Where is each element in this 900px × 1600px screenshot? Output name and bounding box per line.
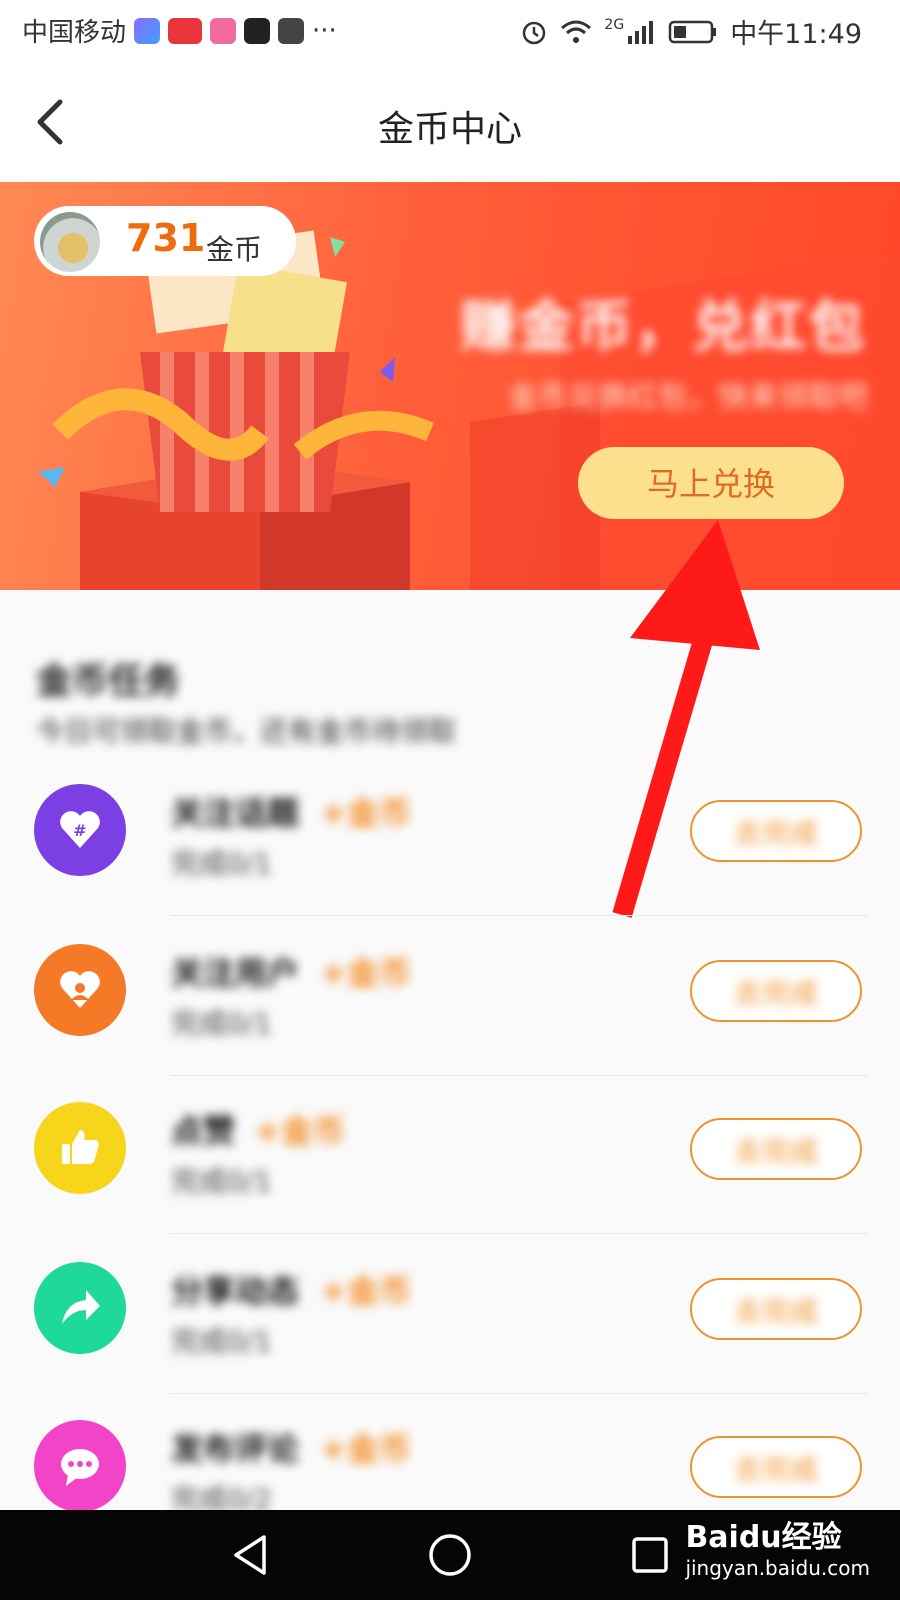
task-progress: 完成0/1 (171, 1007, 273, 1040)
task-progress: 完成0/1 (171, 1325, 273, 1358)
share-arrow-icon (34, 1262, 126, 1354)
wifi-icon (561, 20, 592, 43)
signal-icon (628, 20, 654, 44)
task-reward: +金币 (320, 1430, 411, 1468)
battery-icon (668, 20, 717, 43)
watermark-brand: Baidu经验 (685, 1520, 842, 1555)
nav-recents-icon[interactable] (630, 1535, 670, 1575)
task-reward: +金币 (320, 1272, 411, 1310)
overflow-indicator: ··· (312, 15, 337, 46)
section-description: 今日可领取金币，还有金币待领取 (36, 715, 457, 748)
task-row: 点赞 +金币 完成0/1 去完成 (0, 1074, 900, 1234)
task-go-button[interactable]: 去完成 (690, 800, 862, 862)
tiktok-icon (244, 17, 271, 44)
alarm-icon (523, 21, 546, 44)
section-title: 金币任务 (36, 661, 181, 702)
task-progress: 完成0/1 (171, 847, 273, 880)
task-row: 分享动态 +金币 完成0/1 去完成 (0, 1234, 900, 1394)
task-title: 发布评论 (171, 1430, 300, 1468)
redeem-now-button[interactable]: 马上兑换 (578, 447, 844, 519)
video-app-icon (134, 17, 161, 44)
status-right: 2G 中午11:49 (520, 12, 862, 51)
task-reward: +金币 (254, 1112, 345, 1150)
avatar (40, 212, 100, 272)
heart-user-icon (34, 944, 126, 1036)
promo-subtitle: 金币兑换红包，快来领取吧 (508, 380, 868, 415)
task-reward: +金币 (320, 954, 411, 992)
baidu-watermark: Baidu经验 jingyan.baidu.com (685, 1512, 870, 1580)
task-reward: +金币 (320, 794, 411, 832)
status-left: 中国移动 ··· (22, 12, 337, 49)
task-row: 关注用户 +金币 完成0/1 去完成 (0, 916, 900, 1076)
task-progress: 完成0/1 (171, 1165, 273, 1198)
camera-app-icon (210, 17, 237, 44)
task-go-button[interactable]: 去完成 (690, 1118, 862, 1180)
chat-bubble-icon (34, 1420, 126, 1512)
nav-back-icon[interactable] (228, 1533, 272, 1577)
task-go-button[interactable]: 去完成 (690, 1436, 862, 1498)
network-type: 2G (604, 16, 625, 33)
watermark-url: jingyan.baidu.com (685, 1556, 870, 1580)
status-bar: 中国移动 ··· 2G 中午11:49 (0, 0, 900, 62)
svg-text:#: # (73, 821, 86, 840)
coin-unit: 金币 (206, 233, 263, 266)
task-title: 点赞 (171, 1112, 236, 1150)
task-title: 关注用户 (171, 954, 300, 992)
task-go-button[interactable]: 去完成 (690, 1278, 862, 1340)
coin-balance[interactable]: 731 金币 (34, 206, 296, 276)
promo-banner: 731 金币 赚金币，兑红包 金币兑换红包，快来领取吧 马上兑换 (0, 182, 900, 590)
clock: 中午11:49 (730, 19, 862, 50)
task-title: 关注话题 (171, 794, 300, 832)
carrier-label: 中国移动 (22, 18, 127, 48)
coin-count: 731 (126, 216, 206, 260)
promo-title: 赚金币，兑红包 (460, 295, 866, 360)
toutiao-icon (168, 17, 203, 44)
heart-hashtag-icon: # (34, 784, 126, 876)
nav-home-icon[interactable] (427, 1532, 473, 1578)
task-title: 分享动态 (171, 1272, 300, 1310)
page-title: 金币中心 (377, 109, 522, 150)
nav-bar: 金币中心 (0, 62, 900, 182)
task-row: # 关注话题 +金币 完成0/1 去完成 (0, 756, 900, 916)
news-app-icon (278, 17, 305, 44)
thumbs-up-icon (34, 1102, 126, 1194)
task-go-button[interactable]: 去完成 (690, 960, 862, 1022)
